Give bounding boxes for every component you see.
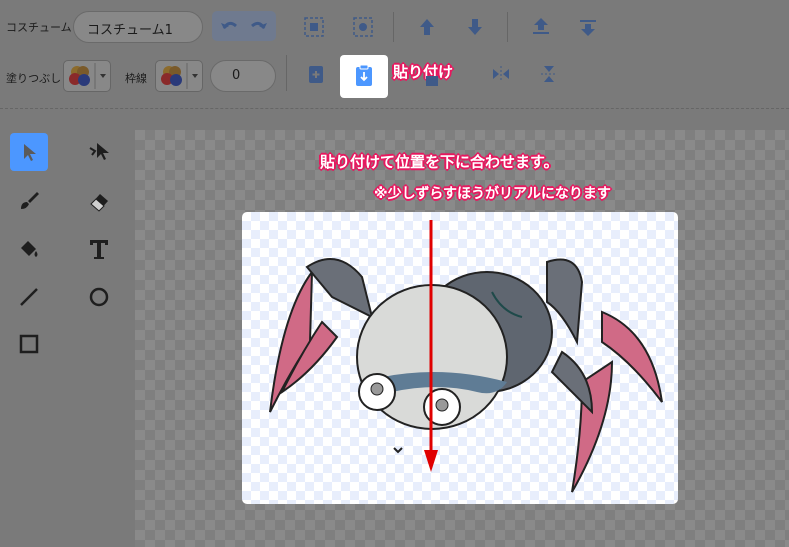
select-tool-button[interactable] — [10, 133, 48, 171]
flip-vertical-icon[interactable] — [538, 63, 560, 85]
circle-tool-button[interactable] — [80, 278, 118, 316]
divider — [286, 55, 287, 91]
divider — [507, 12, 508, 42]
bucket-icon — [21, 241, 38, 257]
toolbar-divider — [0, 108, 789, 109]
costume-label: コスチューム — [6, 21, 72, 34]
eraser-icon — [90, 194, 108, 212]
paste-annotation: 貼り付け — [393, 63, 454, 81]
divider — [393, 12, 394, 42]
color-dots-icon — [69, 63, 106, 89]
text-icon — [90, 240, 108, 259]
outline-width-value: 0 — [232, 68, 241, 83]
outline-width-input[interactable]: 0 — [210, 60, 276, 92]
reshape-icon — [89, 143, 109, 160]
redo-icon[interactable] — [244, 11, 276, 41]
fill-label: 塗りつぶし — [6, 72, 62, 85]
backward-icon[interactable] — [464, 16, 486, 38]
brush-tool-button[interactable] — [10, 182, 48, 220]
flip-horizontal-icon[interactable] — [490, 63, 512, 85]
fill-tool-button[interactable] — [10, 230, 48, 268]
forward-icon[interactable] — [416, 16, 438, 38]
text-tool-button[interactable] — [80, 230, 118, 268]
instruction-annotation: 貼り付けて位置を下に合わせます。 — [320, 153, 559, 171]
undo-redo-group — [212, 11, 276, 41]
outline-color-picker[interactable] — [155, 60, 203, 92]
costume-name-input[interactable]: コスチューム1 — [73, 11, 203, 43]
fill-color-picker[interactable] — [63, 60, 111, 92]
paste-button[interactable] — [340, 55, 388, 98]
brush-icon — [21, 192, 39, 209]
instruction-note-annotation: ※少しずらすほうがリアルになります — [374, 186, 611, 202]
line-tool-button[interactable] — [10, 278, 48, 316]
paste-icon — [356, 64, 372, 86]
costume-name-text: コスチューム1 — [87, 23, 173, 38]
pasted-image-area[interactable] — [242, 212, 678, 504]
rect-tool-button[interactable] — [10, 325, 48, 363]
outline-label: 枠線 — [125, 72, 147, 85]
front-icon[interactable] — [530, 16, 552, 38]
copy-icon[interactable] — [305, 63, 327, 85]
circle-icon — [89, 287, 109, 307]
ungroup-icon[interactable] — [352, 16, 374, 38]
delete-icon[interactable] — [424, 74, 440, 86]
eraser-tool-button[interactable] — [80, 182, 118, 220]
color-dots-icon — [161, 63, 198, 89]
back-icon[interactable] — [577, 16, 599, 38]
arrow-pointer-icon — [24, 144, 36, 161]
reshape-tool-button[interactable] — [80, 133, 118, 171]
spider-monster-illustration — [269, 220, 663, 493]
line-icon — [20, 288, 38, 306]
group-icon[interactable] — [303, 16, 325, 38]
rectangle-icon — [19, 334, 39, 354]
